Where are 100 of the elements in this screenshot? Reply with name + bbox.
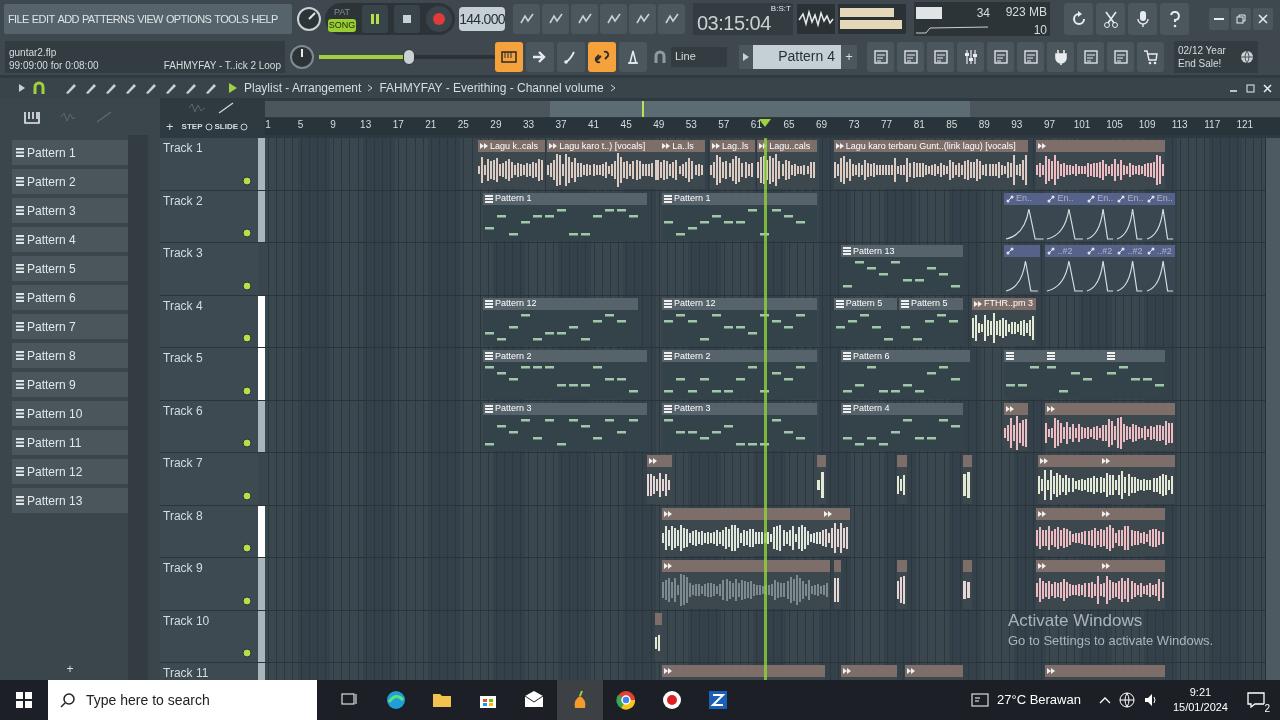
pattern-clip[interactable]: Pattern 12 bbox=[662, 297, 817, 346]
timeline-ruler[interactable]: 1 5 9 13 17 21 25 29 33 37 41 45 49 53 57 61 65 69 73 77 81 85 89 93 97 101 105 109 113 117 121 bbox=[265, 118, 1280, 135]
track-name: Track 9 bbox=[163, 560, 204, 577]
pattern-clip[interactable]: Pattern 12 bbox=[482, 297, 639, 346]
pattern-item[interactable]: Pattern 5 bbox=[12, 256, 128, 281]
pattern-item[interactable]: Pattern 11 bbox=[12, 430, 128, 455]
notification-button[interactable]: 2 bbox=[1242, 686, 1270, 714]
pattern-item[interactable]: Pattern 10 bbox=[12, 401, 128, 426]
clip-label: Pattern 3 bbox=[674, 404, 711, 413]
pattern-name: Pattern 13 bbox=[27, 492, 83, 510]
snap-dropdown[interactable]: Line bbox=[671, 46, 727, 67]
bar-number: 17 bbox=[392, 120, 404, 130]
pattern-clip[interactable]: Pattern 5 bbox=[833, 297, 898, 346]
notification-count: 2 bbox=[1264, 704, 1270, 714]
tempo-field[interactable]: 144.000 bbox=[459, 7, 505, 31]
bar-number: 5 bbox=[297, 120, 304, 130]
pattern-clip[interactable]: Pattern 5 bbox=[898, 297, 964, 346]
pattern-clip[interactable]: Pattern 4 bbox=[841, 402, 964, 451]
add-track-button[interactable]: + bbox=[166, 120, 174, 133]
pattern-item[interactable]: Pattern 12 bbox=[12, 459, 128, 484]
track-name: Track 3 bbox=[163, 245, 204, 262]
mode-toggle[interactable]: SONG bbox=[328, 19, 356, 32]
add-pattern-button[interactable]: + bbox=[841, 44, 857, 69]
clip-label: Pattern 5 bbox=[845, 299, 883, 308]
pattern-clip[interactable]: Pattern 1 bbox=[662, 192, 817, 241]
bar-number: 117 bbox=[1204, 120, 1221, 130]
pattern-item[interactable]: Pattern 6 bbox=[12, 285, 128, 310]
track-header[interactable]: Track 2 bbox=[160, 190, 265, 243]
pattern-selector[interactable]: Pattern 4 bbox=[753, 44, 841, 69]
bar-number: 77 bbox=[881, 120, 893, 130]
clock-date: 15/01/2024 bbox=[1172, 700, 1228, 715]
track-header[interactable]: Track 1 bbox=[160, 138, 265, 191]
pattern-item[interactable]: Pattern 9 bbox=[12, 372, 128, 397]
pattern-item[interactable]: Pattern 1 bbox=[12, 140, 128, 165]
audio-clip[interactable]: Lag..ls bbox=[710, 140, 755, 189]
audio-clip[interactable]: Lagu k..cals bbox=[478, 140, 545, 189]
audio-clip[interactable]: Lagu karo t..) [vocals] bbox=[547, 140, 655, 189]
clip-label: ..#2 bbox=[1057, 246, 1073, 256]
pattern-item[interactable]: Pattern 4 bbox=[12, 227, 128, 252]
pattern-clip[interactable]: Pattern 1 bbox=[482, 192, 648, 241]
weather-text[interactable]: 27°C Berawan bbox=[996, 690, 1081, 710]
clip-label: ..#2 bbox=[1156, 246, 1172, 256]
pattern-name: Pattern 7 bbox=[27, 318, 76, 336]
track-header[interactable]: Track 9 bbox=[160, 558, 265, 611]
bar-number: 121 bbox=[1236, 120, 1254, 130]
audio-clip[interactable]: Lagu karo terbaru Gunt..(lirik lagu) [vocals] bbox=[833, 140, 1029, 189]
track-header[interactable]: Track 7 bbox=[160, 453, 265, 506]
track-header[interactable]: Track 6 bbox=[160, 400, 265, 453]
pattern-item[interactable]: Pattern 7 bbox=[12, 314, 128, 339]
menu-item[interactable]: PATTERNS bbox=[81, 13, 135, 25]
time-format-label: B:S:T bbox=[770, 5, 791, 13]
pattern-clip[interactable]: Pattern 2 bbox=[662, 350, 817, 399]
bar-number: 89 bbox=[978, 120, 990, 130]
menu-item[interactable]: VIEW bbox=[137, 13, 163, 25]
track-header[interactable]: Track 4 bbox=[160, 295, 265, 348]
track-header[interactable]: Track 8 bbox=[160, 505, 265, 558]
clip-label: La..ls bbox=[672, 141, 694, 151]
audio-clip[interactable]: La..ls bbox=[660, 140, 706, 189]
clip-label: Pattern 1 bbox=[674, 194, 711, 203]
pattern-item[interactable]: Pattern 8 bbox=[12, 343, 128, 368]
track-header[interactable]: Track 11 bbox=[160, 663, 265, 680]
bar-number: 21 bbox=[425, 120, 437, 130]
bar-number: 97 bbox=[1043, 120, 1055, 130]
pattern-clip[interactable]: Pattern 13 bbox=[841, 245, 964, 294]
search-field[interactable]: Type here to search bbox=[48, 680, 317, 720]
track-header[interactable]: Track 5 bbox=[160, 348, 265, 401]
track-header[interactable]: Track 3 bbox=[160, 243, 265, 296]
menu-item[interactable]: ADD bbox=[57, 13, 79, 25]
polyphony-value: 10 bbox=[1033, 22, 1047, 39]
pattern-item[interactable]: Pattern 13 bbox=[12, 488, 128, 513]
pattern-item[interactable]: Pattern 3 bbox=[12, 198, 128, 223]
hint-message: FAHMYFAY - T..ick 2 Loop bbox=[163, 58, 281, 72]
menu-item[interactable]: OPTIONS bbox=[165, 13, 212, 25]
pattern-item[interactable]: Pattern 2 bbox=[12, 169, 128, 194]
mode-toggle[interactable]: PAT bbox=[328, 6, 356, 19]
menu-item[interactable]: FILE bbox=[8, 13, 29, 25]
pattern-name: Pattern 5 bbox=[27, 260, 76, 278]
activation-text: Go to Settings to activate Windows. bbox=[1008, 632, 1214, 650]
pattern-clip[interactable]: Pattern 2 bbox=[482, 350, 648, 399]
bar-number: 13 bbox=[360, 120, 372, 130]
menu-item[interactable]: TOOLS bbox=[214, 13, 249, 25]
playlist-path: FAHMYFAY - Everithing - Channel volume bbox=[379, 80, 604, 97]
pattern-clip[interactable]: Pattern 3 bbox=[482, 402, 648, 451]
track-name: Track 5 bbox=[163, 350, 204, 367]
menu-item[interactable]: HELP bbox=[251, 13, 278, 25]
clock-time: 9:21 bbox=[1189, 685, 1212, 700]
bar-number: 33 bbox=[522, 120, 535, 130]
track-header[interactable]: Track 10 bbox=[160, 610, 265, 663]
bar-number: 41 bbox=[588, 120, 600, 130]
menu-item[interactable]: EDIT bbox=[31, 13, 55, 25]
pattern-clip[interactable]: Pattern 6 bbox=[841, 350, 970, 399]
news-panel[interactable]: 02/12 Year End Sale! bbox=[1174, 40, 1258, 73]
clock[interactable]: 9:21 15/01/2024 bbox=[1172, 685, 1228, 715]
audio-clip[interactable]: Lagu..cals bbox=[757, 140, 817, 189]
clip-label: Pattern 4 bbox=[853, 404, 890, 413]
add-pattern-button[interactable]: + bbox=[12, 662, 128, 676]
track-name: Track 10 bbox=[163, 612, 211, 630]
pattern-clip[interactable]: Pattern 3 bbox=[662, 402, 817, 451]
audio-clip[interactable]: FTHR..pm 3 bbox=[972, 297, 1036, 346]
clip-label: Pattern 2 bbox=[674, 351, 711, 361]
